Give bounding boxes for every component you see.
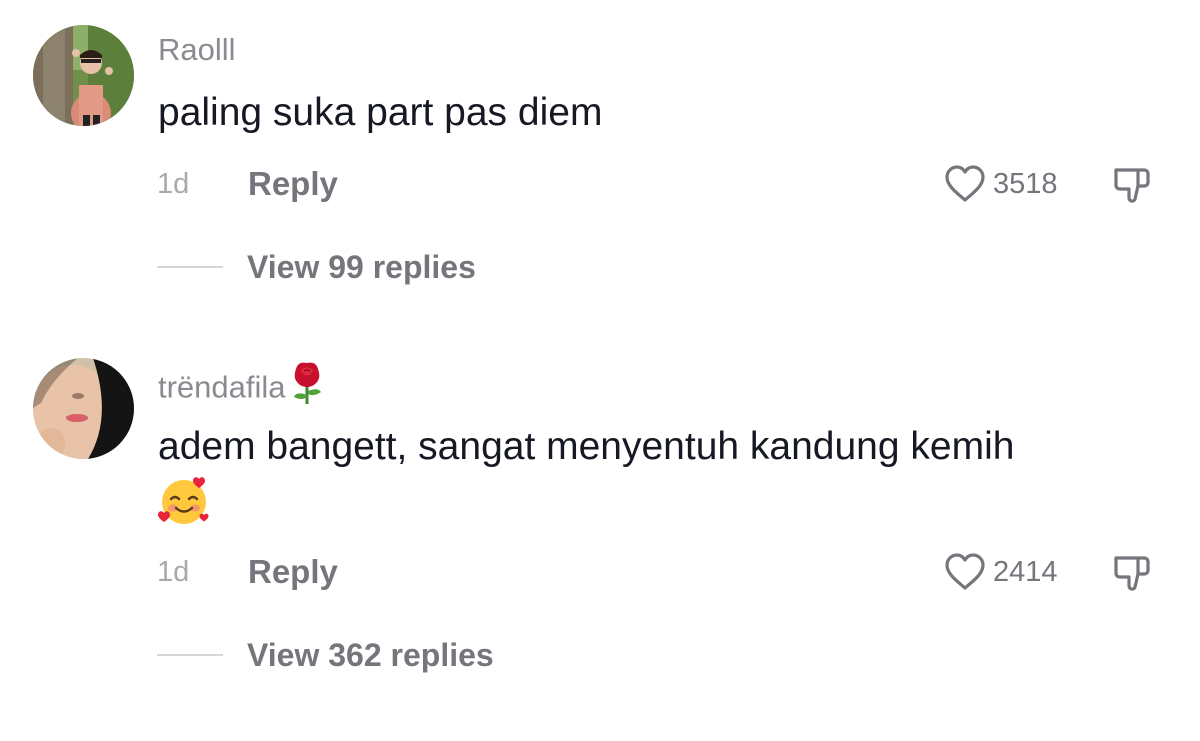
replies-divider <box>157 654 223 656</box>
like-count: 3518 <box>993 167 1058 200</box>
dislike-button[interactable] <box>1111 162 1155 206</box>
heart-outline-icon <box>945 553 985 590</box>
thumbs-down-outline-icon <box>1114 168 1150 203</box>
comment-item: Raolll paling suka part pas diem 1d Repl… <box>0 0 1200 330</box>
smiling-face-with-hearts-emoji <box>157 475 211 532</box>
rose-emoji <box>288 361 326 410</box>
view-replies-label: View 99 replies <box>247 249 476 285</box>
comment-item: trëndafila adem bangett, sangat menyentu… <box>0 330 1200 741</box>
like-button[interactable]: 2414 <box>943 550 1058 594</box>
comment-text: paling suka part pas diem <box>158 91 603 134</box>
like-button[interactable]: 3518 <box>943 162 1058 206</box>
username-text: trëndafila <box>158 369 286 405</box>
username[interactable]: Raolll <box>158 34 236 65</box>
dislike-button[interactable] <box>1111 550 1155 594</box>
comment-text: adem bangett, sangat menyentuh kandung k… <box>158 425 1015 468</box>
timestamp: 1d <box>157 556 190 588</box>
thumbs-down-outline-icon <box>1114 556 1150 591</box>
reply-button[interactable]: Reply <box>248 167 338 200</box>
avatar[interactable] <box>33 358 134 459</box>
avatar-photo <box>33 25 134 126</box>
timestamp: 1d <box>157 168 190 200</box>
view-replies-label: View 362 replies <box>247 637 494 673</box>
avatar-photo <box>33 358 134 459</box>
view-replies-button[interactable]: View 362 replies <box>157 635 494 675</box>
replies-divider <box>157 266 223 268</box>
avatar[interactable] <box>33 25 134 126</box>
username[interactable]: trëndafila <box>158 362 326 414</box>
heart-outline-icon <box>945 165 985 202</box>
like-count: 2414 <box>993 555 1058 588</box>
view-replies-button[interactable]: View 99 replies <box>157 247 476 287</box>
reply-button[interactable]: Reply <box>248 555 338 588</box>
